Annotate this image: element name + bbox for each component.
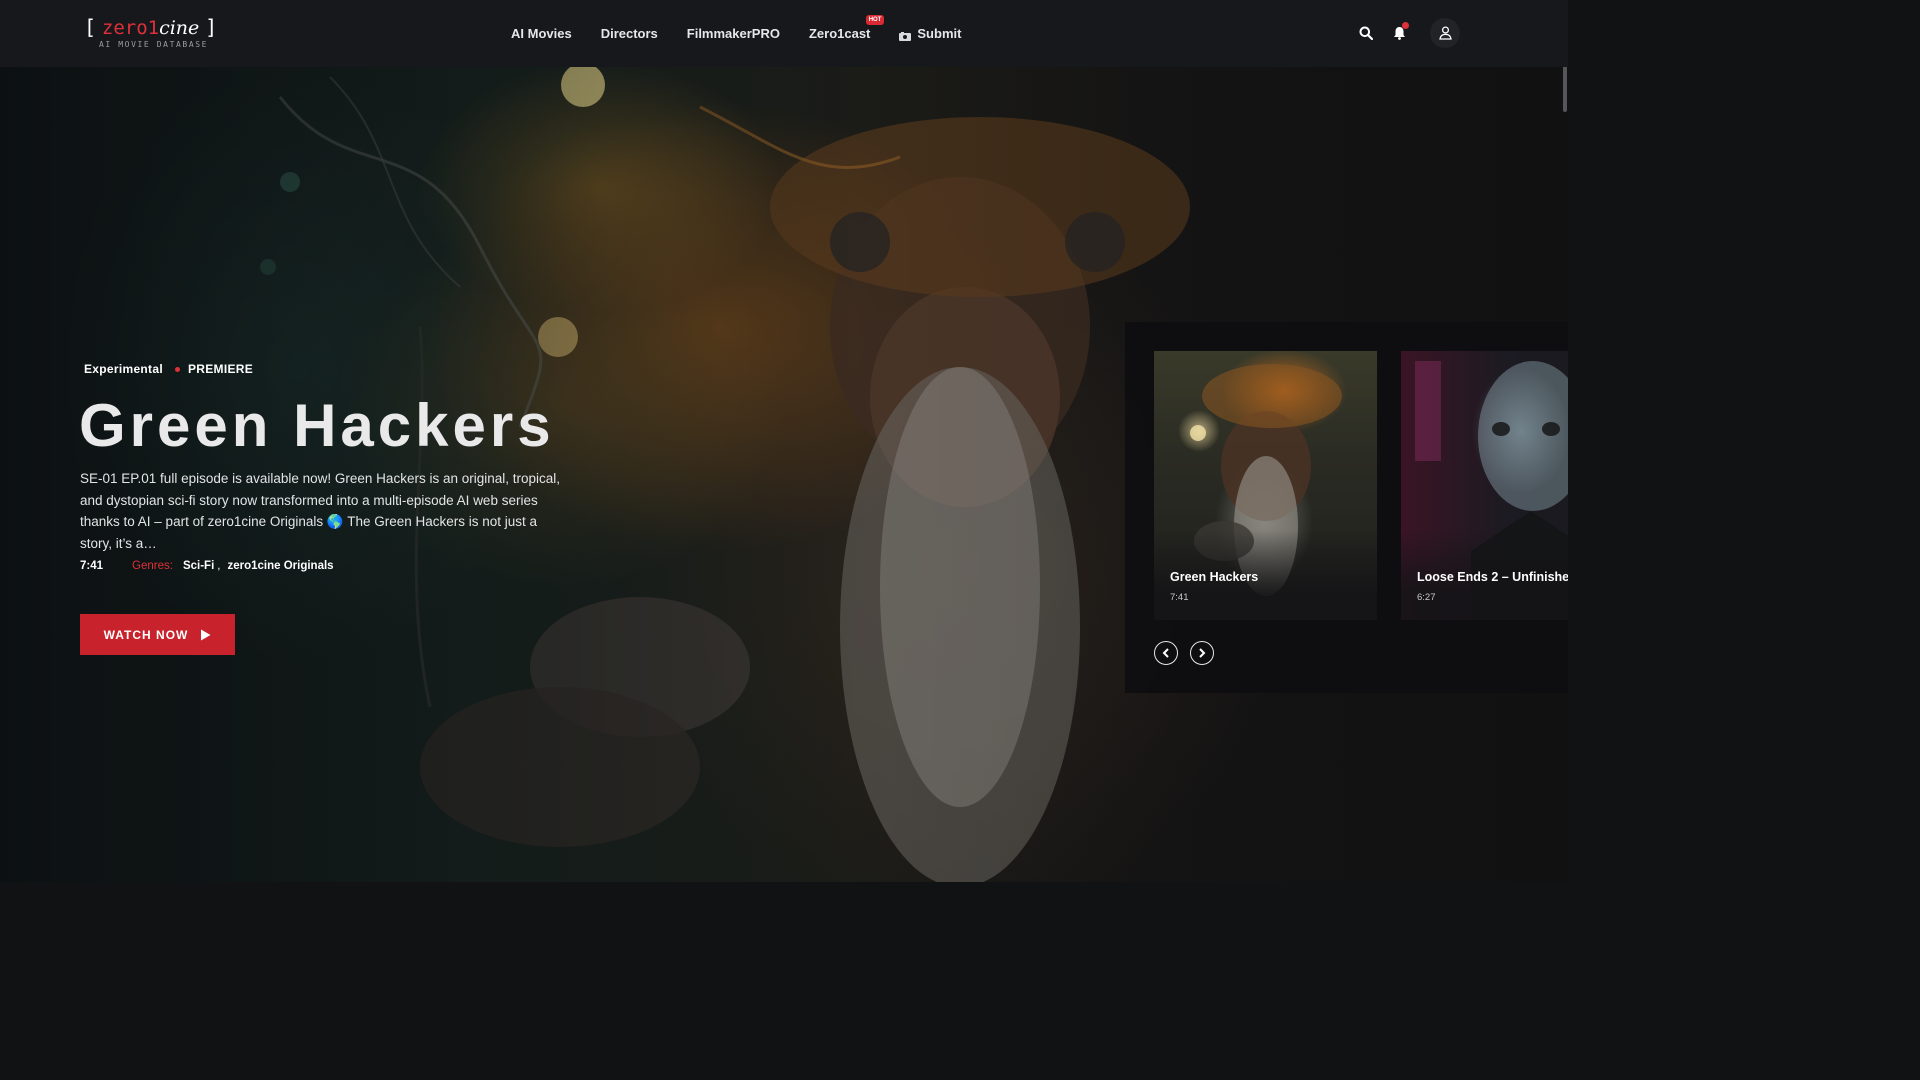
nav-item-label: Directors [600,26,658,41]
carousel-card[interactable]: Green Hackers 7:41 [1154,351,1377,620]
site-header: [ zero1cine ] AI MOVIE DATABASE AI Movie… [0,0,1568,67]
carousel-next-button[interactable] [1190,641,1214,665]
card-title: Loose Ends 2 – Unfinished [1417,570,1568,584]
page-scrollbar[interactable] [1562,0,1568,882]
genre-link-scifi[interactable]: Sci-Fi [183,560,214,572]
nav-item-ai-movies[interactable]: AI Movies [511,26,572,41]
featured-carousel: Green Hackers 7:41 Loose Ends 2 – Unfini… [1125,322,1568,693]
hero-tag-category[interactable]: Experimental [84,362,163,376]
genre-link-originals[interactable]: zero1cine Originals [227,560,333,572]
card-duration: 6:27 [1417,592,1436,603]
user-icon[interactable] [1430,18,1460,48]
hero-description: SE-01 EP.01 full episode is available no… [80,471,561,551]
site-logo[interactable]: [ zero1cine ] AI MOVIE DATABASE [84,14,217,54]
logo-brand-zero: zero1 [101,17,160,39]
search-icon[interactable] [1355,22,1377,44]
nav-item-directors[interactable]: Directors [601,26,658,41]
nav-item-label: Submit [917,26,962,41]
play-icon [201,629,211,640]
notification-dot [1402,22,1409,29]
logo-tagline: AI MOVIE DATABASE [99,40,209,49]
logo-brand-cine: cine [159,17,200,39]
watch-now-button[interactable]: WATCH NOW [80,614,235,655]
card-duration: 7:41 [1170,592,1189,603]
tag-separator-dot [174,366,180,372]
hero-duration: 7:41 [80,560,104,572]
bell-icon[interactable] [1388,22,1410,44]
hero-tag-premiere[interactable]: PREMIERE [188,362,253,376]
hot-badge: HOT [865,15,885,25]
carousel-prev-button[interactable] [1154,641,1178,665]
carousel-card[interactable]: Loose Ends 2 – Unfinished 6:27 [1401,351,1568,620]
genre-separator: , [217,560,221,572]
hero-title: Green Hackers [79,392,555,459]
hero-tags: Experimental PREMIERE [84,362,253,376]
card-title: Green Hackers [1170,570,1259,584]
logo-bracket-open: [ [84,15,97,39]
hero-meta: 7:41 Genres: Sci-Fi , zero1cine Original… [80,560,334,572]
nav-item-label: FilmmakerPRO [686,26,780,41]
chevron-right-icon [1199,648,1206,658]
camera-icon [899,29,912,41]
chevron-left-icon [1162,648,1169,658]
logo-bracket-close: ] [205,15,218,39]
main-nav: AI Movies Directors FilmmakerPRO Zero1ca… [511,0,990,67]
watch-now-label: WATCH NOW [103,627,189,642]
nav-item-filmmakerpro[interactable]: FilmmakerPRO [687,26,780,41]
logo-wordmark: [ zero1cine ] [84,14,217,41]
nav-item-zero1cast[interactable]: Zero1cast HOT [808,15,885,41]
nav-item-submit[interactable]: Submit [899,26,961,41]
nav-item-label: AI Movies [511,26,572,41]
nav-item-label: Zero1cast [808,26,871,41]
genres-label: Genres: [132,560,173,572]
